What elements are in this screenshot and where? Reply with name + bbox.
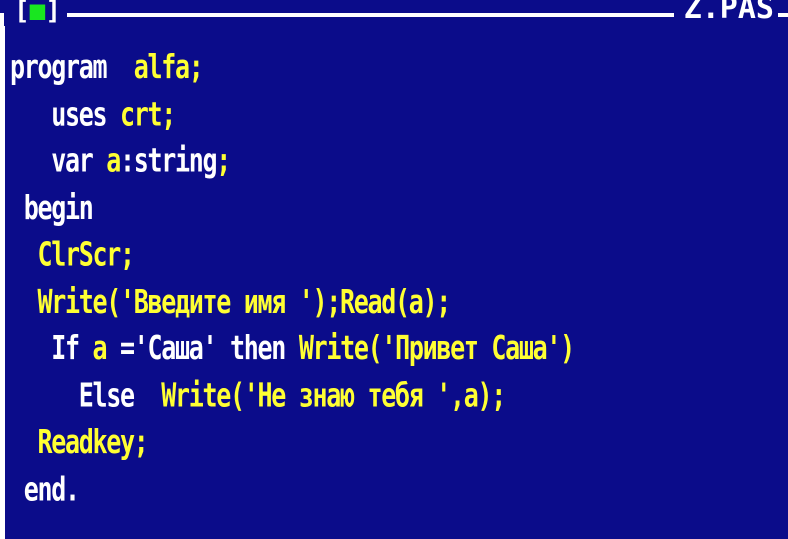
window-controls-label: [■] — [14, 0, 61, 26]
code-keyword: then — [230, 328, 299, 368]
code-keyword — [106, 48, 134, 86]
code-editor-window[interactable]: [■] Z.PAS program alfa; uses crt; var a:… — [0, 0, 788, 539]
code-identifier: Readkey; — [10, 422, 149, 461]
code-line[interactable]: ClrScr; — [10, 232, 136, 277]
window-close-button[interactable]: [■] — [4, 0, 67, 26]
window-file-name: Z.PAS — [673, 0, 778, 24]
code-identifier: a — [92, 328, 121, 368]
code-line[interactable]: Else Write('Не знаю тебя ',a); — [10, 373, 507, 418]
code-keyword: :string — [120, 141, 218, 180]
code-keyword: Else — [10, 375, 162, 414]
code-keyword: begin — [10, 188, 94, 227]
bracket-glyph: ] — [45, 0, 61, 26]
code-line[interactable]: begin — [10, 186, 94, 231]
code-keyword: If — [10, 328, 93, 368]
code-line[interactable]: Readkey; — [10, 420, 149, 465]
code-keyword: uses — [10, 94, 121, 133]
window-left-border — [0, 13, 5, 539]
window-top-border — [0, 13, 788, 17]
close-square-icon[interactable]: ■ — [30, 0, 46, 26]
code-line[interactable]: program alfa; — [10, 45, 204, 90]
bracket-glyph: [ — [14, 0, 30, 26]
code-identifier: alfa; — [133, 47, 204, 86]
code-line[interactable]: Write('Введите имя ');Read(a); — [10, 279, 452, 324]
code-keyword: var — [10, 141, 107, 180]
code-line[interactable]: uses crt; — [10, 92, 176, 137]
code-identifier: a — [106, 141, 121, 180]
code-identifier: ; — [216, 141, 231, 180]
code-identifier: Write('Введите имя ');Read(a); — [10, 281, 452, 321]
code-identifier: Write('Привет Саша') — [298, 328, 575, 368]
code-line[interactable]: var a:string; — [10, 139, 231, 184]
code-identifier: crt; — [120, 94, 176, 133]
code-identifier: Write('Не знаю тебя ',a); — [161, 375, 506, 414]
code-identifier: ClrScr; — [10, 235, 136, 274]
code-keyword: program — [10, 47, 108, 86]
code-line[interactable]: If a ='Саша' then Write('Привет Саша') — [10, 326, 575, 371]
code-line[interactable]: end. — [10, 467, 80, 512]
code-keyword: ='Саша' — [120, 328, 231, 368]
code-keyword: end. — [10, 469, 80, 508]
